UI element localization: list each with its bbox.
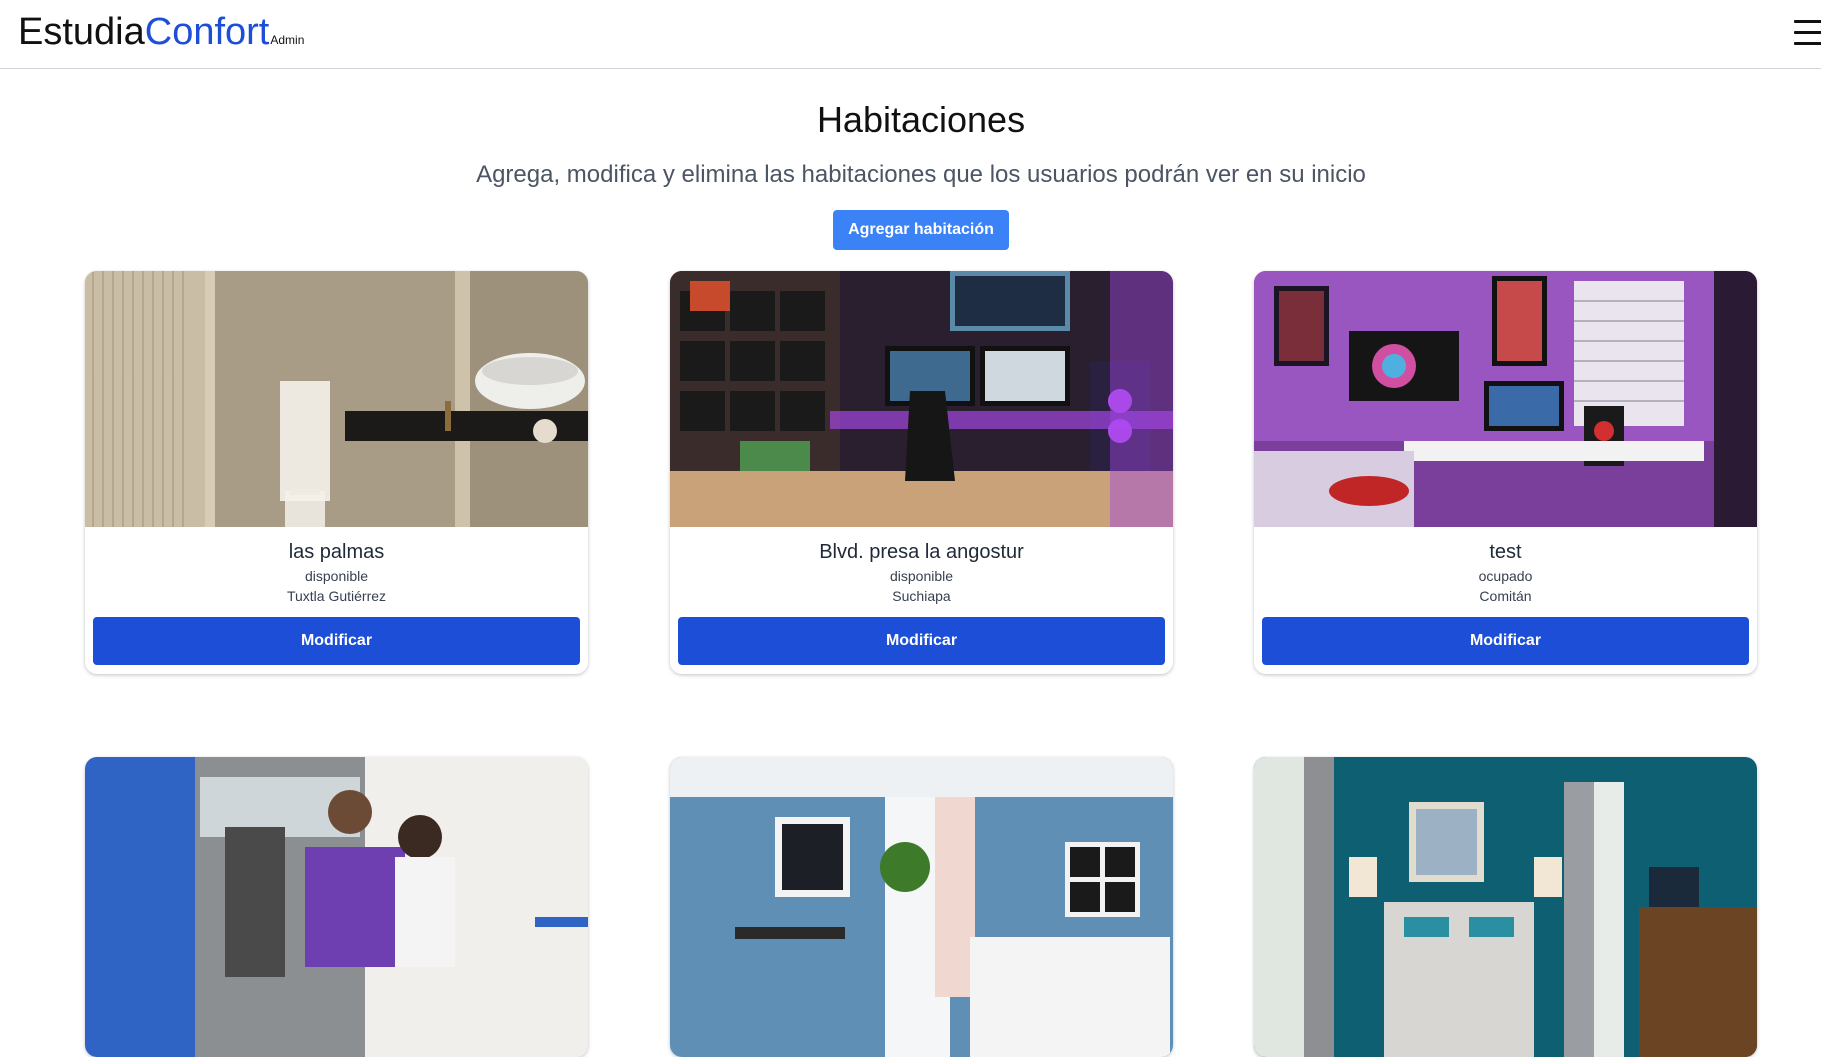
room-card (670, 757, 1173, 1057)
room-status: disponible (304, 568, 369, 584)
top-navbar: EstudiaConfortAdmin (0, 0, 1821, 69)
room-city: Suchiapa (892, 588, 951, 604)
room-name: Blvd. presa la angostur (819, 541, 1024, 563)
page-subtitle: Agrega, modifica y elimina las habitacio… (476, 161, 1366, 188)
room-card: Blvd. presa la angostur disponible Suchi… (670, 271, 1173, 674)
room-name: test (1489, 541, 1522, 563)
brand-part1: Estudia (18, 11, 145, 53)
room-card: test ocupado Comitán Modificar (1254, 271, 1757, 674)
add-room-button[interactable]: Agregar habitación (833, 210, 1009, 250)
room-status: disponible (889, 568, 954, 584)
room-city: Tuxtla Gutiérrez (286, 588, 387, 604)
room-card: las palmas disponible Tuxtla Gutiérrez M… (85, 271, 588, 674)
room-image (85, 271, 588, 527)
page-title: Habitaciones (816, 99, 1026, 140)
room-image (670, 271, 1173, 527)
room-image (1254, 271, 1757, 527)
modify-button[interactable]: Modificar (1262, 617, 1749, 665)
room-name: las palmas (288, 541, 385, 563)
room-city: Comitán (1479, 588, 1532, 604)
room-image (85, 757, 588, 1057)
room-image (1254, 757, 1757, 1057)
brand-logo[interactable]: EstudiaConfortAdmin (18, 10, 304, 62)
room-image (670, 757, 1173, 1057)
room-status: ocupado (1478, 568, 1533, 584)
room-card (1254, 757, 1757, 1057)
brand-suffix: Admin (270, 33, 305, 47)
room-card (85, 757, 588, 1057)
brand-part2: Confort (144, 11, 270, 53)
hamburger-menu-icon[interactable] (1790, 16, 1821, 50)
modify-button[interactable]: Modificar (678, 617, 1165, 665)
modify-button[interactable]: Modificar (93, 617, 580, 665)
